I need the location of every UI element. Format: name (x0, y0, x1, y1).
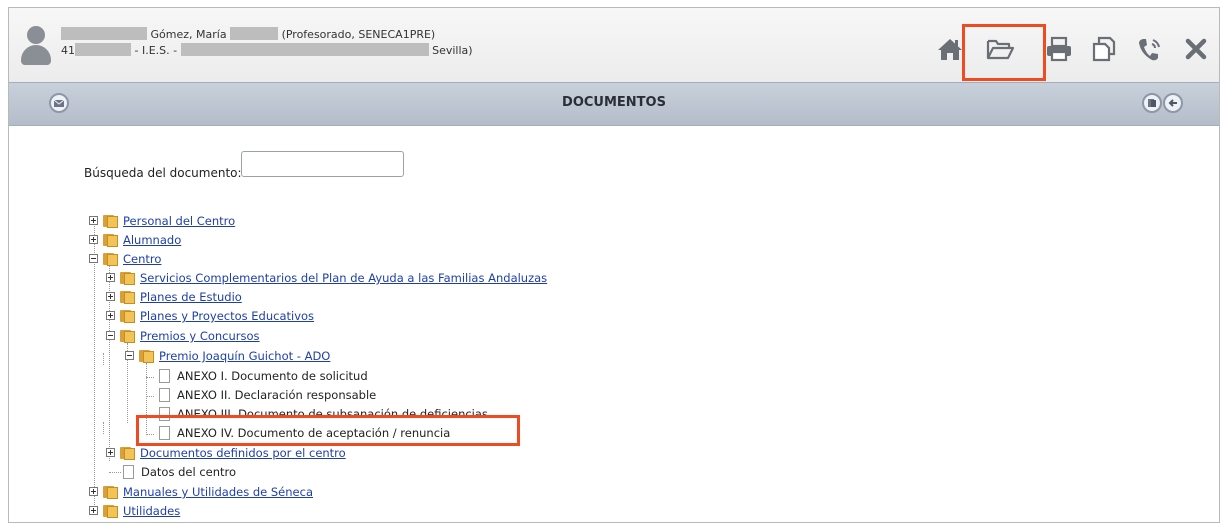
tree-link[interactable]: Manuales y Utilidades de Séneca (123, 485, 313, 499)
redacted-block (230, 27, 279, 40)
expand-icon[interactable] (89, 216, 98, 225)
redacted-block (61, 27, 147, 40)
copy-icon[interactable] (1089, 34, 1119, 64)
tree-connector (146, 396, 154, 398)
page-title: DOCUMENTOS (562, 95, 666, 110)
tree-connector (146, 377, 154, 379)
folder-icon (120, 446, 135, 460)
highlight-box-folder (962, 24, 1046, 81)
folder-icon (103, 504, 118, 518)
redacted-block (75, 43, 131, 56)
folder-open-icon (139, 349, 154, 363)
school-code: 41 (61, 44, 75, 57)
folder-icon (103, 485, 118, 499)
user-role: (Profesorado, SENECA1PRE) (281, 28, 436, 41)
document-icon (159, 369, 170, 383)
home-icon[interactable] (935, 34, 965, 64)
tree-link[interactable]: Personal del Centro (123, 214, 235, 228)
document-icon (159, 388, 170, 402)
folder-icon (120, 309, 135, 323)
header: Gómez, María (Profesorado, SENECA1PRE) 4… (9, 8, 1219, 82)
folder-icon (103, 233, 118, 247)
tree-link[interactable]: Premio Joaquín Guichot - ADO (159, 349, 330, 363)
tree-link[interactable]: Documentos definidos por el centro (140, 446, 346, 460)
search-input[interactable] (241, 151, 404, 177)
expand-icon[interactable] (106, 273, 115, 282)
document-label[interactable]: Datos del centro (141, 465, 236, 479)
phone-icon[interactable] (1135, 34, 1165, 64)
tree-connector (103, 422, 105, 434)
redacted-block (180, 43, 429, 56)
school-type: - I.E.S. - (134, 44, 178, 57)
tree-link[interactable]: Alumnado (123, 233, 181, 247)
back-arrow-icon[interactable] (1163, 93, 1183, 113)
app-window: Gómez, María (Profesorado, SENECA1PRE) 4… (8, 7, 1220, 523)
tree-connector (103, 353, 105, 365)
folder-icon (120, 271, 135, 285)
document-label[interactable]: ANEXO II. Declaración responsable (177, 388, 376, 402)
folder-open-icon (103, 252, 118, 266)
expand-icon[interactable] (106, 311, 115, 320)
collapse-icon[interactable] (125, 351, 134, 360)
tree-link[interactable]: Centro (123, 252, 161, 266)
tree-link[interactable]: Utilidades (123, 504, 180, 518)
collapse-icon[interactable] (106, 331, 115, 340)
tree-link[interactable]: Premios y Concursos (140, 329, 260, 343)
folder-icon (103, 214, 118, 228)
document-icon (123, 465, 134, 479)
tree-link[interactable]: Planes y Proyectos Educativos (140, 309, 314, 323)
expand-icon[interactable] (89, 506, 98, 515)
title-bar: DOCUMENTOS (9, 82, 1219, 126)
collapse-icon[interactable] (89, 254, 98, 263)
user-name: Gómez, María (150, 28, 227, 41)
documents-icon[interactable] (1142, 93, 1162, 113)
close-icon[interactable] (1181, 34, 1211, 64)
expand-icon[interactable] (106, 448, 115, 457)
user-info: Gómez, María (Profesorado, SENECA1PRE) (61, 27, 435, 41)
tree-link[interactable]: Planes de Estudio (140, 290, 242, 304)
avatar-icon[interactable] (21, 26, 51, 66)
print-icon[interactable] (1044, 34, 1074, 64)
expand-icon[interactable] (89, 235, 98, 244)
tree-connector (109, 472, 121, 474)
search-label: Búsqueda del documento: (84, 166, 242, 180)
tree-link[interactable]: Servicios Complementarios del Plan de Ay… (140, 271, 547, 285)
highlight-box-anexo-4 (136, 415, 520, 446)
school-info: 41 - I.E.S. - Sevilla) (61, 43, 473, 57)
expand-icon[interactable] (106, 292, 115, 301)
school-city: Sevilla) (432, 44, 473, 57)
document-label[interactable]: ANEXO I. Documento de solicitud (177, 369, 368, 383)
expand-icon[interactable] (89, 487, 98, 496)
folder-open-icon (120, 329, 135, 343)
folder-icon (120, 290, 135, 304)
